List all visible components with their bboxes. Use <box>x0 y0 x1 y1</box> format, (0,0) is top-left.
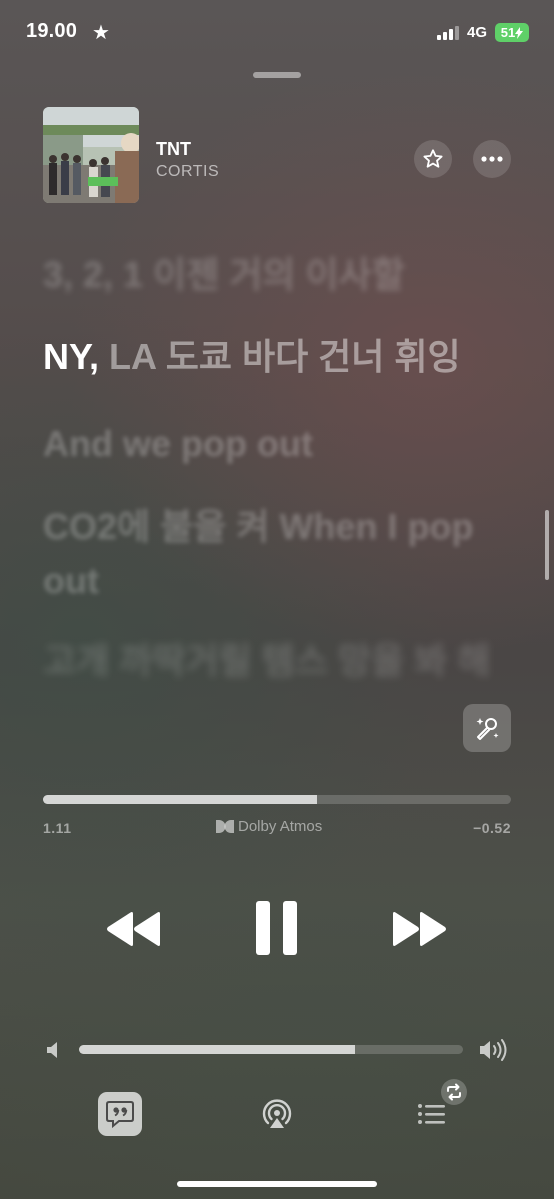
location-star-icon: ★ <box>92 22 110 44</box>
airplay-button[interactable] <box>258 1095 296 1133</box>
rewind-icon <box>107 912 160 946</box>
status-time: 19.00 <box>26 20 78 42</box>
track-artist[interactable]: CORTIS <box>156 163 219 181</box>
network-type: 4G <box>467 24 488 41</box>
dolby-logo-icon <box>216 820 234 833</box>
lyric-line-next[interactable]: CO2에 불을 켜 When I pop out <box>43 500 513 608</box>
track-title: TNT <box>156 139 191 159</box>
signal-strength-icon <box>437 26 459 40</box>
microphone-sparkle-icon <box>476 718 499 740</box>
home-indicator[interactable] <box>177 1181 377 1187</box>
playback-progress-fill <box>43 795 317 804</box>
more-button[interactable] <box>473 140 511 178</box>
rewind-button[interactable] <box>105 908 163 950</box>
star-outline-icon <box>423 149 443 168</box>
pause-icon <box>256 901 297 955</box>
album-artwork-image <box>43 107 139 203</box>
playback-progress-bar[interactable] <box>43 795 511 804</box>
pause-button[interactable] <box>252 900 302 956</box>
lyric-line-next[interactable]: 고개 까딱거릴 템스 망을 봐 해 <box>43 634 513 688</box>
volume-slider-fill <box>79 1045 356 1054</box>
charging-bolt-icon <box>515 26 524 39</box>
fast-forward-icon <box>393 912 446 946</box>
sing-button[interactable] <box>463 704 511 752</box>
queue-button[interactable] <box>414 1078 472 1130</box>
remaining-time: −0.52 <box>473 820 511 836</box>
lyric-unsung-part: LA 도쿄 바다 건너 휘잉 <box>109 336 461 377</box>
lyric-line-next[interactable]: And we pop out <box>43 417 513 471</box>
battery-level: 51 <box>500 25 516 40</box>
battery-indicator: 51 <box>495 23 529 42</box>
album-artwork[interactable] <box>43 107 139 203</box>
volume-low-icon <box>44 1040 62 1060</box>
queue-list-icon <box>418 1079 467 1124</box>
elapsed-time: 1.11 <box>43 820 72 836</box>
sheet-grabber[interactable] <box>253 72 301 78</box>
lyric-sung-part: NY, <box>43 336 100 377</box>
lyrics-scrollbar[interactable] <box>545 510 549 580</box>
lyric-line-current[interactable]: NY, LA 도쿄 바다 건너 휘잉 <box>43 330 513 384</box>
airplay-audio-icon <box>262 1099 292 1128</box>
volume-slider[interactable] <box>79 1045 463 1054</box>
favorite-button[interactable] <box>414 140 452 178</box>
audio-format-label: Dolby Atmos <box>238 818 323 835</box>
volume-high-icon <box>478 1037 510 1063</box>
dolby-atmos-badge: Dolby Atmos <box>216 818 322 835</box>
forward-button[interactable] <box>390 908 448 950</box>
lyrics-button[interactable] <box>98 1092 142 1136</box>
ellipsis-icon <box>481 156 503 162</box>
quote-bubble-icon <box>106 1101 134 1129</box>
lyric-line-previous[interactable]: 3, 2, 1 이젠 거의 이사할 <box>43 248 513 302</box>
